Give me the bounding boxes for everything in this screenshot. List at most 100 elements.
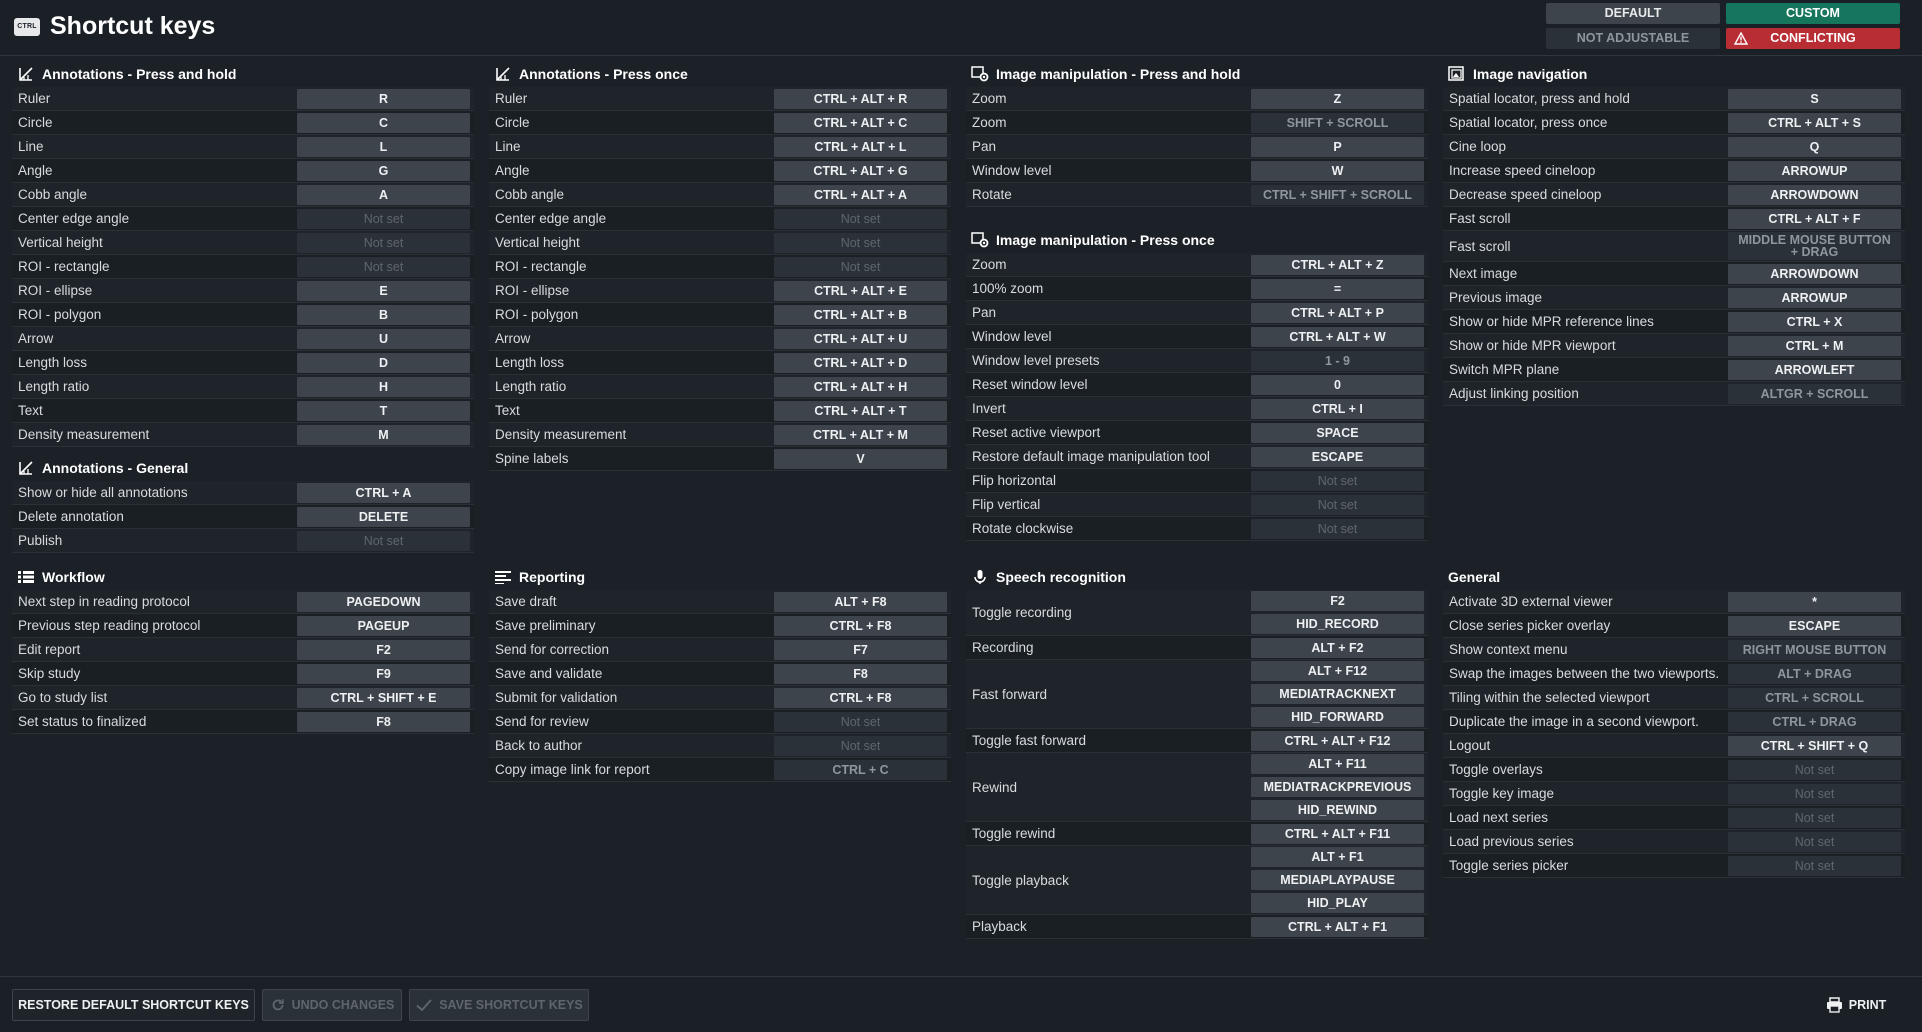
save-shortcut-keys-button[interactable]: SAVE SHORTCUT KEYS [409, 989, 589, 1021]
shortcut-key-button[interactable]: M [297, 424, 470, 445]
shortcut-key-button[interactable]: CTRL + M [1728, 335, 1901, 356]
shortcut-key-button[interactable]: DELETE [297, 506, 470, 527]
shortcut-key-button[interactable]: MEDIAPLAYPAUSE [1251, 870, 1424, 890]
shortcut-key-button[interactable]: ARROWDOWN [1728, 263, 1901, 284]
shortcut-key-not-set[interactable]: Not set [1728, 807, 1901, 828]
shortcut-key-button[interactable]: ESCAPE [1251, 446, 1424, 467]
shortcut-key-not-set[interactable]: Not set [297, 530, 470, 551]
shortcut-key-not-set[interactable]: Not set [774, 256, 947, 277]
shortcut-key-button[interactable]: = [1251, 278, 1424, 299]
shortcut-key-button[interactable]: MEDIATRACKPREVIOUS [1251, 777, 1424, 797]
shortcut-key-button[interactable]: CTRL + ALT + S [1728, 112, 1901, 133]
shortcut-key-not-set[interactable]: Not set [1728, 855, 1901, 876]
shortcut-key-button[interactable]: HID_PLAY [1251, 893, 1424, 913]
shortcut-key-button[interactable]: Z [1251, 88, 1424, 109]
shortcut-key-button[interactable]: * [1728, 591, 1901, 612]
shortcut-key-button[interactable]: C [297, 112, 470, 133]
shortcut-key-button[interactable]: F7 [774, 639, 947, 660]
shortcut-key-button[interactable]: F2 [1251, 591, 1424, 611]
shortcut-key-button[interactable]: ESCAPE [1728, 615, 1901, 636]
shortcut-key-button[interactable]: PAGEUP [297, 615, 470, 636]
shortcut-key-not-set[interactable]: Not set [1728, 831, 1901, 852]
shortcut-key-button[interactable]: F8 [774, 663, 947, 684]
shortcut-key-button[interactable]: CTRL + ALT + P [1251, 302, 1424, 323]
shortcut-key-button[interactable]: PAGEDOWN [297, 591, 470, 612]
shortcut-key-not-set[interactable]: Not set [297, 232, 470, 253]
shortcut-key-button[interactable]: F8 [297, 711, 470, 732]
undo-changes-button[interactable]: UNDO CHANGES [262, 989, 402, 1021]
shortcut-key-button[interactable]: CTRL + ALT + F12 [1251, 730, 1424, 751]
shortcut-key-button[interactable]: P [1251, 136, 1424, 157]
shortcut-key-not-set[interactable]: Not set [1728, 783, 1901, 804]
shortcut-key-button[interactable]: HID_RECORD [1251, 614, 1424, 634]
shortcut-key-button[interactable]: B [297, 304, 470, 325]
shortcut-key-button[interactable]: CTRL + ALT + C [774, 112, 947, 133]
shortcut-key-button[interactable]: ARROWUP [1728, 160, 1901, 181]
shortcut-key-button[interactable]: S [1728, 88, 1901, 109]
shortcut-key-button[interactable]: CTRL + ALT + F11 [1251, 823, 1424, 844]
shortcut-key-not-set[interactable]: Not set [774, 208, 947, 229]
shortcut-key-button[interactable]: Q [1728, 136, 1901, 157]
shortcut-key-button[interactable]: CTRL + ALT + D [774, 352, 947, 373]
shortcut-key-button[interactable]: CTRL + ALT + L [774, 136, 947, 157]
shortcut-key-button[interactable]: ARROWDOWN [1728, 184, 1901, 205]
shortcut-key-button[interactable]: ARROWLEFT [1728, 359, 1901, 380]
shortcut-key-button[interactable]: ALT + F2 [1251, 637, 1424, 658]
shortcut-key-button[interactable]: CTRL + ALT + H [774, 376, 947, 397]
shortcut-key-button[interactable]: SPACE [1251, 422, 1424, 443]
shortcut-key-button[interactable]: CTRL + ALT + E [774, 280, 947, 301]
shortcut-key-button[interactable]: F9 [297, 663, 470, 684]
shortcut-key-button[interactable]: ALT + F11 [1251, 754, 1424, 774]
shortcut-key-button[interactable]: CTRL + ALT + F [1728, 208, 1901, 229]
shortcut-key-not-set[interactable]: Not set [1251, 470, 1424, 491]
shortcut-key-button[interactable]: CTRL + ALT + U [774, 328, 947, 349]
shortcut-key-button[interactable]: ALT + F12 [1251, 661, 1424, 681]
shortcut-key-button[interactable]: CTRL + F8 [774, 615, 947, 636]
shortcut-key-button[interactable]: CTRL + SHIFT + Q [1728, 735, 1901, 756]
shortcut-key-button[interactable]: CTRL + ALT + F1 [1251, 916, 1424, 937]
shortcut-key-button[interactable]: T [297, 400, 470, 421]
shortcut-key-button[interactable]: CTRL + ALT + A [774, 184, 947, 205]
shortcut-key-button[interactable]: V [774, 448, 947, 469]
shortcut-key-button[interactable]: CTRL + I [1251, 398, 1424, 419]
shortcut-key-button[interactable]: CTRL + ALT + B [774, 304, 947, 325]
shortcut-key-button[interactable]: E [297, 280, 470, 301]
shortcut-key-button[interactable]: U [297, 328, 470, 349]
shortcut-key-button[interactable]: CTRL + ALT + G [774, 160, 947, 181]
shortcut-key-button[interactable]: F2 [297, 639, 470, 660]
shortcut-key-button[interactable]: HID_FORWARD [1251, 707, 1424, 727]
restore-default-shortcut-keys-button[interactable]: RESTORE DEFAULT SHORTCUT KEYS [12, 989, 255, 1021]
shortcut-key-button[interactable]: CTRL + ALT + M [774, 424, 947, 445]
shortcut-key-button[interactable]: CTRL + ALT + Z [1251, 254, 1424, 275]
shortcut-key-button[interactable]: L [297, 136, 470, 157]
shortcut-key-button[interactable]: ALT + F1 [1251, 847, 1424, 867]
shortcut-key-not-set[interactable]: Not set [1251, 518, 1424, 539]
shortcut-key-button[interactable]: CTRL + F8 [774, 687, 947, 708]
shortcut-key-not-set[interactable]: Not set [1251, 494, 1424, 515]
shortcut-key-button[interactable]: CTRL + ALT + R [774, 88, 947, 109]
shortcut-key-button[interactable]: A [297, 184, 470, 205]
shortcut-key-not-set[interactable]: Not set [297, 208, 470, 229]
shortcut-key-not-set[interactable]: Not set [297, 256, 470, 277]
shortcut-key-button[interactable]: D [297, 352, 470, 373]
shortcut-key-button[interactable]: H [297, 376, 470, 397]
shortcut-key-not-set[interactable]: Not set [1728, 759, 1901, 780]
shortcut-key-button[interactable]: ALT + F8 [774, 591, 947, 612]
print-button[interactable]: PRINT [1816, 989, 1896, 1021]
shortcut-key-button[interactable]: HID_REWIND [1251, 800, 1424, 820]
shortcut-key-button[interactable]: R [297, 88, 470, 109]
shortcut-key-button[interactable]: W [1251, 160, 1424, 181]
shortcut-key-not-set[interactable]: Not set [774, 232, 947, 253]
shortcut-key-button[interactable]: CTRL + X [1728, 311, 1901, 332]
shortcut-key-not-set[interactable]: Not set [774, 711, 947, 732]
shortcut-label: Spine labels [495, 451, 569, 466]
shortcut-key-not-set[interactable]: Not set [774, 735, 947, 756]
shortcut-key-button[interactable]: 0 [1251, 374, 1424, 395]
shortcut-key-button[interactable]: CTRL + ALT + T [774, 400, 947, 421]
shortcut-key-button[interactable]: MEDIATRACKNEXT [1251, 684, 1424, 704]
shortcut-key-button[interactable]: G [297, 160, 470, 181]
shortcut-key-button[interactable]: CTRL + A [297, 482, 470, 503]
shortcut-key-button[interactable]: CTRL + SHIFT + E [297, 687, 470, 708]
shortcut-key-button[interactable]: ARROWUP [1728, 287, 1901, 308]
shortcut-key-button[interactable]: CTRL + ALT + W [1251, 326, 1424, 347]
